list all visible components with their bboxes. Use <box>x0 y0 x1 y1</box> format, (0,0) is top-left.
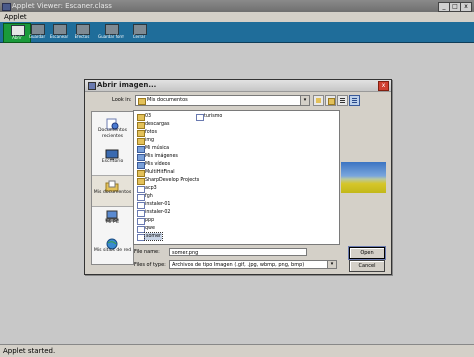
folder-icon <box>138 98 146 105</box>
status-text: Applet started. <box>3 347 56 355</box>
place-label: Mis sitios de red <box>93 248 132 253</box>
file-name: descargas <box>145 122 170 127</box>
toolbar: Abrir Guardar Escanear Efectos Guardar f… <box>0 22 474 43</box>
pictures-folder-icon <box>137 154 145 161</box>
file-name: MultiHitFinal <box>145 170 175 175</box>
chevron-down-icon[interactable]: ▾ <box>327 261 336 268</box>
dialog-close-button[interactable]: x <box>378 81 389 91</box>
folder-icon <box>137 178 145 185</box>
file-name: qwe <box>145 226 155 231</box>
place-network[interactable]: Mis sitios de red <box>92 234 133 264</box>
place-my-documents[interactable]: Mis documentos <box>92 175 133 207</box>
place-desktop[interactable]: Escritorio <box>92 145 133 175</box>
files-of-type-label: Files of type: <box>134 262 166 268</box>
file-name: Mis imágenes <box>145 154 178 159</box>
place-label: Mi PC <box>106 220 119 225</box>
toolbar-button-label: Cerrar <box>132 34 146 39</box>
window-close-button[interactable]: x <box>460 2 472 12</box>
my-computer-icon <box>105 207 119 222</box>
file-name: turismo <box>204 114 223 119</box>
image-file-icon <box>137 194 145 201</box>
cancel-button[interactable]: Cancel <box>349 260 385 272</box>
look-in-label: Look in: <box>112 97 132 103</box>
file-name: instaler-02 <box>145 210 171 215</box>
new-folder-button[interactable] <box>325 95 336 106</box>
open-button[interactable]: Open <box>348 246 386 260</box>
menu-applet[interactable]: Applet <box>4 12 27 22</box>
my-documents-icon <box>105 177 119 192</box>
file-name: img <box>145 138 155 143</box>
folder-icon <box>137 114 145 121</box>
image-file-icon <box>137 226 145 233</box>
toolbar-effects-button[interactable]: Efectos <box>69 23 95 41</box>
details-view-button[interactable] <box>349 95 360 106</box>
up-one-level-button[interactable] <box>313 95 324 106</box>
file-name: fgh <box>145 194 153 199</box>
open-image-dialog: Abrir imagen... x Look in: Mis documento… <box>84 79 392 275</box>
file-name: ppp <box>145 218 155 223</box>
folder-icon <box>137 130 145 137</box>
toolbar-save-format-button[interactable]: Guardar formato <box>98 23 124 41</box>
window-title: Applet Viewer: Escaner.class <box>12 2 112 10</box>
place-label: Escritorio <box>101 159 124 164</box>
file-name-input[interactable]: somer.png <box>169 248 307 256</box>
toolbar-close-button[interactable]: Cerrar <box>126 23 152 41</box>
file-list[interactable]: 03 descargas fotos img Mi música Mis imá… <box>133 110 340 245</box>
folder-icon <box>137 138 145 145</box>
file-name: Mi música <box>145 146 170 151</box>
menubar: Applet <box>0 12 474 22</box>
list-view-button[interactable] <box>337 95 348 106</box>
new-folder-icon <box>328 98 335 105</box>
image-file-icon <box>137 210 145 217</box>
folder-icon <box>137 170 145 177</box>
status-bar: Applet started. <box>0 344 474 357</box>
chevron-down-icon[interactable]: ▾ <box>300 96 309 105</box>
files-of-type-value: Archivos de tipo Imagen (.gif, .jpg, wbm… <box>172 262 305 268</box>
file-name: 03 <box>145 114 152 119</box>
toolbar-button-label: Guardar formato <box>98 34 124 39</box>
dialog-title: Abrir imagen... <box>97 81 157 89</box>
music-folder-icon <box>137 146 145 153</box>
dialog-titlebar[interactable]: Abrir imagen... x <box>85 80 391 92</box>
image-file-icon <box>137 218 145 225</box>
file-name: instaler-01 <box>145 202 171 207</box>
places-bar: Documentos recientes Escritorio Mis docu… <box>91 111 134 265</box>
file-name: fotos <box>145 130 157 135</box>
place-label: Documentos recientes <box>97 128 127 139</box>
up-folder-icon <box>316 98 321 103</box>
recent-documents-icon <box>105 115 119 130</box>
look-in-value: Mis documentos <box>147 97 188 103</box>
toolbar-button-label: Efectos <box>74 34 90 39</box>
file-name: SharpDevelop Projects <box>145 178 200 183</box>
image-file-icon <box>196 114 204 121</box>
look-in-combo[interactable]: Mis documentos ▾ <box>135 95 310 106</box>
window-titlebar: Applet Viewer: Escaner.class _ □ x <box>0 0 474 12</box>
file-name: somer <box>143 232 164 241</box>
dialog-app-icon <box>88 82 96 90</box>
java-app-icon <box>2 3 11 11</box>
network-places-icon <box>105 235 119 250</box>
place-my-computer[interactable]: Mi PC <box>92 206 133 236</box>
list-view-icon <box>340 98 345 103</box>
desktop-icon <box>105 146 119 160</box>
videos-folder-icon <box>137 162 145 169</box>
file-name-label: File name: <box>134 249 160 255</box>
image-file-icon <box>137 186 145 193</box>
place-label: Mis documentos <box>93 190 132 195</box>
image-file-icon <box>137 202 145 209</box>
place-recent-documents[interactable]: Documentos recientes <box>92 114 133 144</box>
image-preview <box>341 162 386 193</box>
file-name: acp3 <box>145 186 157 191</box>
image-file-icon <box>137 234 145 241</box>
file-name: Mis vídeos <box>145 162 171 167</box>
details-view-icon <box>352 98 357 103</box>
folder-icon <box>137 122 145 129</box>
files-of-type-combo[interactable]: Archivos de tipo Imagen (.gif, .jpg, wbm… <box>169 260 337 269</box>
